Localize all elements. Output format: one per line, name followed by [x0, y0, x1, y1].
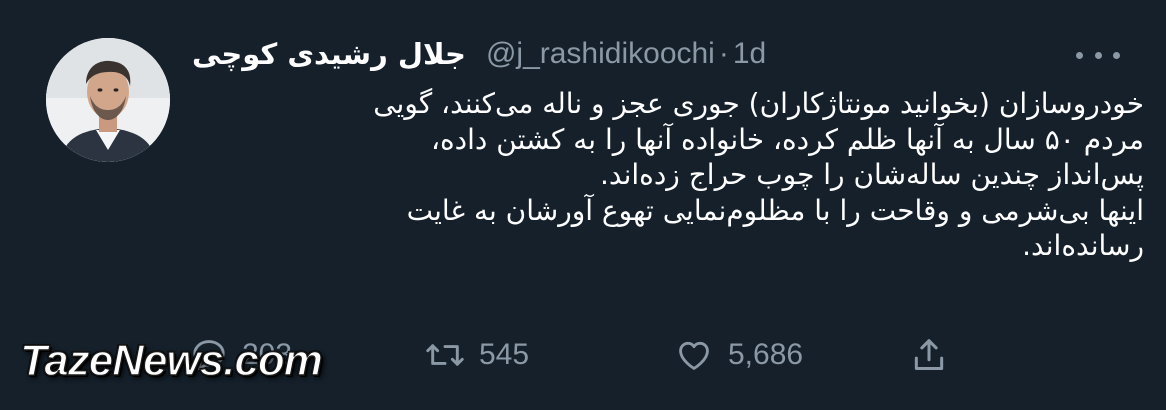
tweet-header: جلال رشیدی کوچی @j_rashidikoochi · 1d: [192, 32, 766, 76]
tweet-text-line: خودروسازان (بخوانید مونتاژکاران) جوری عج…: [373, 87, 1144, 120]
more-dots-icon[interactable]: [1076, 40, 1120, 70]
author-display-name[interactable]: جلال رشیدی کوچی: [192, 37, 466, 71]
tweet-actions: 203 545 5,686: [0, 330, 1166, 380]
retweet-icon: [426, 344, 464, 366]
tweet-text-line: رسانده‌اند.: [1022, 229, 1144, 262]
like-count: 5,686: [728, 338, 804, 371]
reply-icon: [193, 340, 225, 370]
header-separator: ·: [718, 37, 729, 70]
tweet-text: خودروسازان (بخوانید مونتاژکاران) جوری عج…: [194, 86, 1144, 264]
tweet-text-line: اینها بی‌شرمی و وقاحت را با مظلوم‌نمایی …: [406, 193, 1144, 227]
share-icon: [914, 339, 944, 370]
share-button[interactable]: [910, 330, 948, 380]
retweet-button[interactable]: 545: [425, 330, 529, 380]
tweet-card[interactable]: جلال رشیدی کوچی @j_rashidikoochi · 1d خو…: [0, 0, 1166, 410]
avatar-photo: [46, 38, 170, 162]
like-button[interactable]: 5,686: [674, 330, 803, 380]
reply-count: 203: [242, 338, 293, 371]
tweet-text-line: مردم ۵۰ سال به آنها ظلم کرده، خانواده آن…: [430, 122, 1144, 156]
avatar[interactable]: [46, 38, 170, 162]
tweet-text-line: پس‌انداز چندین ساله‌شان را چوب حراج زده‌…: [600, 158, 1144, 191]
reply-button[interactable]: 203: [190, 330, 292, 380]
author-handle[interactable]: @j_rashidikoochi: [486, 37, 715, 71]
retweet-count: 545: [479, 338, 530, 371]
heart-icon: [679, 341, 709, 370]
tweet-timestamp[interactable]: 1d: [733, 37, 766, 71]
